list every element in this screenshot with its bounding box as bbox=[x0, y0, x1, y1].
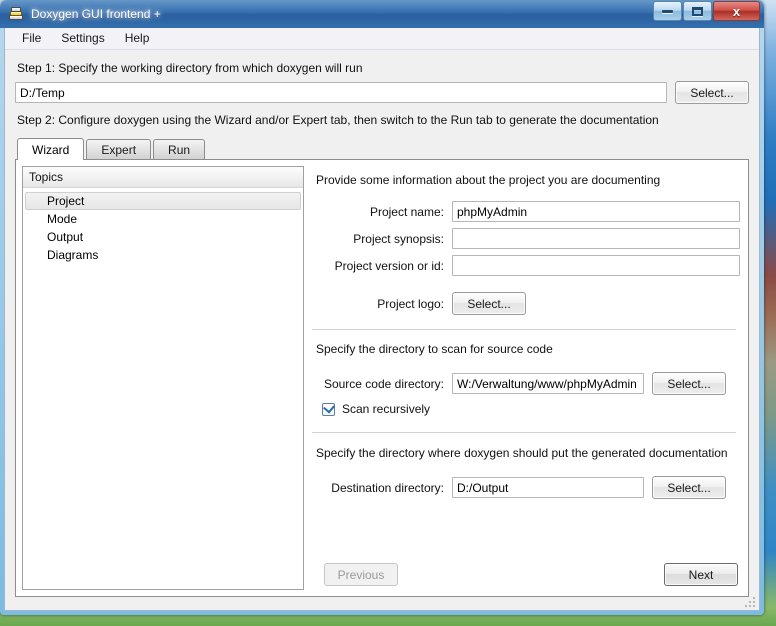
client-area: File Settings Help Step 1: Specify the w… bbox=[4, 28, 760, 611]
project-version-input[interactable] bbox=[452, 255, 740, 276]
destination-section-text: Specify the directory where doxygen shou… bbox=[316, 446, 728, 460]
topic-item-output[interactable]: Output bbox=[25, 228, 301, 246]
working-directory-row: D:/Temp Select... bbox=[15, 81, 749, 104]
menu-bar: File Settings Help bbox=[5, 28, 759, 50]
scan-recursively-checkbox[interactable] bbox=[322, 400, 335, 416]
project-synopsis-row: Project synopsis: bbox=[312, 228, 742, 249]
source-directory-label: Source code directory: bbox=[323, 376, 444, 391]
close-icon: x bbox=[732, 3, 741, 19]
topic-item-diagrams[interactable]: Diagrams bbox=[25, 246, 301, 264]
source-directory-select-button[interactable]: Select... bbox=[652, 372, 726, 395]
menu-item-settings[interactable]: Settings bbox=[51, 29, 114, 49]
tab-wizard[interactable]: Wizard bbox=[17, 138, 85, 160]
topics-header: Topics bbox=[23, 167, 303, 188]
project-logo-label: Project logo: bbox=[377, 296, 444, 311]
application-window: Doxygen GUI frontend + x File Settings H… bbox=[0, 0, 764, 615]
close-button[interactable]: x bbox=[713, 1, 760, 21]
destination-directory-input[interactable]: D:/Output bbox=[452, 477, 644, 498]
project-section-text: Provide some information about the proje… bbox=[316, 173, 661, 187]
maximize-icon bbox=[692, 6, 703, 16]
menu-item-file[interactable]: File bbox=[12, 29, 51, 49]
window-title: Doxygen GUI frontend + bbox=[31, 7, 161, 21]
section-divider-destination bbox=[312, 432, 736, 433]
window-body: Step 1: Specify the working directory fr… bbox=[5, 50, 759, 597]
next-button[interactable]: Next bbox=[664, 563, 738, 586]
wizard-navigation: Previous Next bbox=[312, 563, 738, 586]
topic-item-mode[interactable]: Mode bbox=[25, 210, 301, 228]
working-directory-input[interactable]: D:/Temp bbox=[15, 82, 667, 103]
project-name-label: Project name: bbox=[369, 204, 444, 219]
project-name-row: Project name: phpMyAdmin bbox=[312, 201, 742, 222]
wizard-tab-page: Topics Project Mode Output Diagrams Prov… bbox=[15, 159, 749, 597]
minimize-icon bbox=[662, 9, 673, 13]
minimize-button[interactable] bbox=[653, 1, 682, 21]
section-divider-source bbox=[312, 329, 736, 330]
working-directory-select-button[interactable]: Select... bbox=[675, 81, 749, 104]
destination-directory-row: Destination directory: D:/Output Select.… bbox=[312, 476, 742, 499]
project-logo-select-button[interactable]: Select... bbox=[452, 292, 526, 315]
project-name-input[interactable]: phpMyAdmin bbox=[452, 201, 740, 222]
scan-recursively-row[interactable]: Scan recursively bbox=[322, 400, 742, 416]
project-version-row: Project version or id: bbox=[312, 255, 742, 276]
project-version-label: Project version or id: bbox=[334, 258, 444, 273]
tab-expert[interactable]: Expert bbox=[86, 139, 152, 159]
title-bar[interactable]: Doxygen GUI frontend + x bbox=[0, 0, 764, 28]
source-section-text: Specify the directory to scan for source… bbox=[316, 342, 553, 356]
wizard-project-pane: Provide some information about the proje… bbox=[312, 166, 742, 590]
tab-run[interactable]: Run bbox=[153, 139, 206, 159]
destination-directory-select-button[interactable]: Select... bbox=[652, 476, 726, 499]
topics-list[interactable]: Topics Project Mode Output Diagrams bbox=[22, 166, 304, 590]
step2-label: Step 2: Configure doxygen using the Wiza… bbox=[17, 113, 659, 127]
project-synopsis-input[interactable] bbox=[452, 228, 740, 249]
source-directory-row: Source code directory: W:/Verwaltung/www… bbox=[312, 372, 742, 395]
destination-directory-label: Destination directory: bbox=[331, 480, 444, 495]
checkmark-icon bbox=[323, 400, 335, 414]
project-synopsis-label: Project synopsis: bbox=[353, 231, 444, 246]
scan-recursively-label: Scan recursively bbox=[342, 402, 431, 416]
tab-strip: Wizard Expert Run bbox=[17, 137, 749, 160]
menu-item-help[interactable]: Help bbox=[115, 29, 160, 49]
source-directory-input[interactable]: W:/Verwaltung/www/phpMyAdmin bbox=[452, 373, 644, 394]
project-logo-row: Project logo: Select... bbox=[312, 292, 742, 315]
window-controls: x bbox=[652, 1, 760, 21]
previous-button[interactable]: Previous bbox=[324, 563, 398, 586]
topic-item-project[interactable]: Project bbox=[25, 192, 301, 210]
step1-label: Step 1: Specify the working directory fr… bbox=[17, 61, 363, 75]
doxygen-stack-icon bbox=[8, 6, 24, 22]
maximize-button[interactable] bbox=[683, 1, 712, 21]
